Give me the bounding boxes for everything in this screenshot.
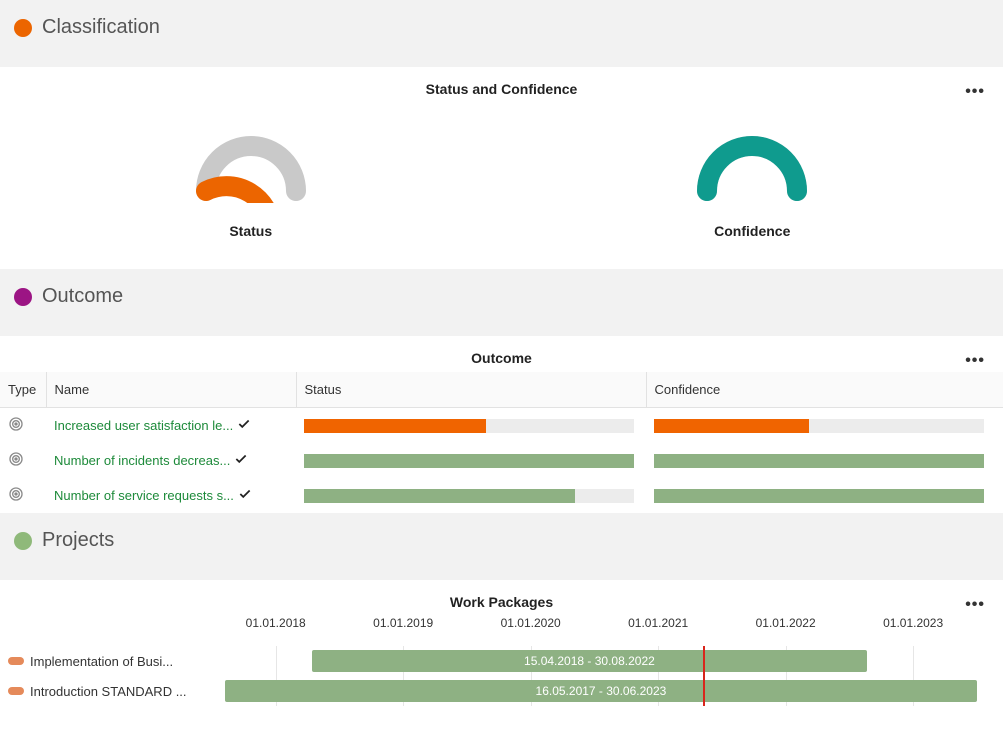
gauge-label: Confidence [602,223,902,239]
check-icon [234,452,248,469]
section-dot-icon [14,532,32,550]
confidence-bar-fill [654,489,984,503]
panel-title: Outcome [0,336,1003,372]
axis-tick: 01.01.2020 [501,616,561,630]
confidence-bar [654,454,984,468]
status-confidence-panel: Status and Confidence ••• Status Confide… [0,67,1003,269]
more-icon[interactable]: ••• [965,596,985,614]
status-bar [304,454,634,468]
table-row: Number of service requests s... [0,478,1003,513]
axis-tick: 01.01.2019 [373,616,433,630]
status-cell [296,443,646,478]
more-icon[interactable]: ••• [965,352,985,370]
type-cell [0,478,46,513]
confidence-cell [646,478,1003,513]
section-title: Outcome [42,285,123,308]
section-header-projects: Projects [0,513,1003,580]
check-icon [237,417,251,434]
row-pill-icon [8,657,24,665]
row-label-text: Introduction STANDARD ... [30,684,187,699]
row-bars: 15.04.2018 - 30.08.2022 [225,646,993,676]
name-cell: Number of incidents decreas... [46,443,296,478]
confidence-cell [646,408,1003,444]
status-bar-fill [304,489,575,503]
target-icon [8,486,24,505]
status-bar-fill [304,454,634,468]
status-bar [304,419,634,433]
axis-tick: 01.01.2022 [756,616,816,630]
timeline-row: Implementation of Busi... 15.04.2018 - 30… [0,646,1003,676]
outcome-link[interactable]: Increased user satisfaction le... [54,418,233,433]
row-label-text: Implementation of Busi... [30,654,173,669]
gauge-label: Status [101,223,401,239]
outcome-panel: Outcome ••• Type Name Status Confidence … [0,336,1003,513]
row-bars: 16.05.2017 - 30.06.2023 [225,676,993,706]
axis-tick: 01.01.2023 [883,616,943,630]
outcome-table: Type Name Status Confidence Increased us… [0,372,1003,513]
check-icon [238,487,252,504]
status-bar-fill [304,419,486,433]
status-cell [296,408,646,444]
section-title: Projects [42,529,114,552]
confidence-bar-fill [654,419,809,433]
axis-tick: 01.01.2018 [246,616,306,630]
confidence-cell [646,443,1003,478]
section-header-outcome: Outcome [0,269,1003,336]
target-icon [8,451,24,470]
col-header-confidence[interactable]: Confidence [646,372,1003,408]
gantt-bar[interactable]: 15.04.2018 - 30.08.2022 [312,650,867,672]
section-dot-icon [14,19,32,37]
panel-title: Status and Confidence [0,67,1003,103]
confidence-bar [654,489,984,503]
gauge-confidence: Confidence [602,133,902,239]
type-cell [0,443,46,478]
col-header-type[interactable]: Type [0,372,46,408]
name-cell: Number of service requests s... [46,478,296,513]
timeline-row-label[interactable]: Implementation of Busi... [0,654,225,669]
gauge-status: Status [101,133,401,239]
gauge-confidence-svg [692,133,812,203]
more-icon[interactable]: ••• [965,83,985,101]
table-row: Number of incidents decreas... [0,443,1003,478]
timeline-body: Implementation of Busi... 15.04.2018 - 30… [0,646,1003,706]
axis-tick: 01.01.2021 [628,616,688,630]
confidence-bar-fill [654,454,984,468]
timeline-row-label[interactable]: Introduction STANDARD ... [0,684,225,699]
col-header-status[interactable]: Status [296,372,646,408]
table-row: Increased user satisfaction le... [0,408,1003,444]
section-header-classification: Classification [0,0,1003,67]
confidence-bar [654,419,984,433]
outcome-link[interactable]: Number of service requests s... [54,488,234,503]
type-cell [0,408,46,444]
outcome-link[interactable]: Number of incidents decreas... [54,453,230,468]
row-pill-icon [8,687,24,695]
section-dot-icon [14,288,32,306]
gauges-row: Status Confidence [0,103,1003,269]
col-header-name[interactable]: Name [46,372,296,408]
status-bar [304,489,634,503]
section-title: Classification [42,16,160,39]
work-packages-panel: Work Packages ••• 01.01.201801.01.201901… [0,580,1003,716]
target-icon [8,416,24,435]
timeline-axis: 01.01.2018 01.01.2019 01.01.2020 01.01.2021… [225,616,993,646]
timeline-row: Introduction STANDARD ... 16.05.2017 - 30… [0,676,1003,706]
panel-title: Work Packages [0,580,1003,616]
gauge-status-svg [191,133,311,203]
gantt-bar[interactable]: 16.05.2017 - 30.06.2023 [225,680,977,702]
name-cell: Increased user satisfaction le... [46,408,296,444]
status-cell [296,478,646,513]
